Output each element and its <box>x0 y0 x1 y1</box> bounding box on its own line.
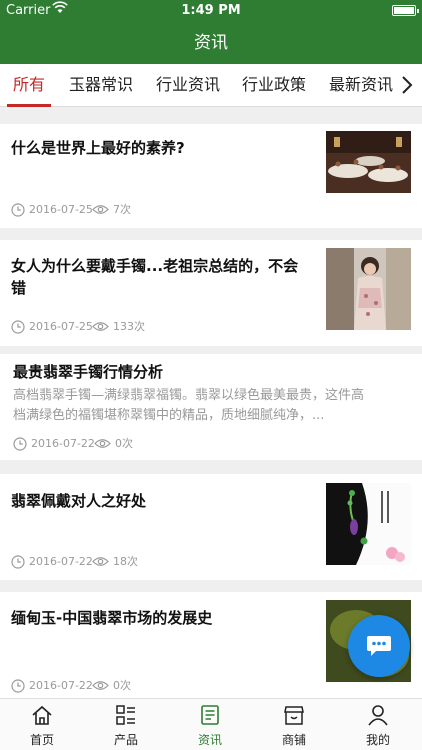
article-summary-line: 高档翡翠手镯—满绿翡翠福镯。翡翠以绿色最美最贵，这件高 <box>13 388 365 403</box>
article-views: 0次 <box>115 437 133 450</box>
article-views: 133次 <box>113 320 145 333</box>
user-icon <box>368 705 388 726</box>
tabbar-label: 产品 <box>113 733 138 747</box>
nav-bar: 资讯 <box>0 22 422 64</box>
article-title: 什么是世界上最好的素养? <box>11 139 185 157</box>
article-title-line: 错 <box>11 279 27 297</box>
clock-icon <box>11 320 25 339</box>
grid-list-icon <box>116 705 135 725</box>
battery-icon <box>392 5 419 16</box>
page-title: 资讯 <box>194 33 228 53</box>
clock-icon <box>11 555 25 574</box>
article-card[interactable]: 女人为什么要戴手镯...老祖宗总结的，不会 错 2016-07-25 133次 <box>0 240 422 346</box>
article-title: 翡翠佩戴对人之好处 <box>11 492 147 510</box>
tabbar-label: 首页 <box>29 733 54 747</box>
article-thumbnail <box>326 483 411 565</box>
article-card[interactable]: 什么是世界上最好的素养? 2016-07-25 7次 <box>0 124 422 228</box>
tabbar-label: 资讯 <box>197 733 222 747</box>
eye-icon <box>92 680 109 696</box>
clock-icon <box>11 203 25 222</box>
article-views: 0次 <box>113 679 131 692</box>
tabbar-products[interactable]: 产品 <box>84 699 168 750</box>
tabbar-label: 我的 <box>365 733 390 747</box>
article-summary-line: 档满绿色的福镯堪称翠镯中的精品，质地细腻纯净，... <box>13 408 325 423</box>
article-card[interactable]: 翡翠佩戴对人之好处 2016-07-22 18次 <box>0 474 422 580</box>
article-date: 2016-07-22 <box>29 679 93 692</box>
tabbar-home[interactable]: 首页 <box>0 699 84 750</box>
article-views: 7次 <box>113 203 131 216</box>
tab-latest-news[interactable]: 最新资讯 <box>329 64 393 107</box>
news-icon <box>201 705 219 725</box>
tabbar-label: 商铺 <box>281 733 306 747</box>
home-icon <box>32 705 52 725</box>
tabbar-store[interactable]: 商铺 <box>252 699 336 750</box>
article-views: 18次 <box>113 555 138 568</box>
status-bar: Carrier 1:49 PM <box>0 0 422 22</box>
article-date: 2016-07-22 <box>29 555 93 568</box>
clock-icon <box>11 679 25 698</box>
article-title-line: 女人为什么要戴手镯...老祖宗总结的，不会 <box>11 257 299 275</box>
eye-icon <box>92 556 109 572</box>
article-list: 什么是世界上最好的素养? 2016-07-25 7次 女人为什么要戴手镯...老… <box>0 108 422 698</box>
tabbar-profile[interactable]: 我的 <box>336 699 420 750</box>
eye-icon <box>94 438 111 454</box>
clock: 1:49 PM <box>181 3 241 18</box>
tab-industry-news[interactable]: 行业资讯 <box>156 64 220 107</box>
store-icon <box>284 706 304 725</box>
eye-icon <box>92 321 109 337</box>
tab-industry-policy[interactable]: 行业政策 <box>242 64 306 107</box>
category-tabs: 所有 玉器常识 行业资讯 行业政策 最新资讯 <box>0 64 422 107</box>
chat-button[interactable] <box>348 615 410 677</box>
tab-jade-knowledge[interactable]: 玉器常识 <box>69 64 133 107</box>
tab-all[interactable]: 所有 <box>6 64 52 107</box>
chat-bubble-icon <box>367 636 391 656</box>
clock-icon <box>13 437 27 456</box>
tabbar-news[interactable]: 资讯 <box>168 699 252 750</box>
article-title: 女人为什么要戴手镯...老祖宗总结的，不会 错 <box>11 255 311 299</box>
article-title: 缅甸玉-中国翡翠市场的发展史 <box>11 609 213 627</box>
bottom-tab-bar: 首页 产品 资讯 商铺 我的 <box>0 698 422 750</box>
article-date: 2016-07-25 <box>29 203 93 216</box>
article-date: 2016-07-22 <box>31 437 95 450</box>
article-card[interactable]: 最贵翡翠手镯行情分析 高档翡翠手镯—满绿翡翠福镯。翡翠以绿色最美最贵，这件高 档… <box>0 354 422 460</box>
article-title: 最贵翡翠手镯行情分析 <box>13 363 164 381</box>
eye-icon <box>92 204 109 220</box>
chevron-right-icon[interactable] <box>398 74 416 96</box>
article-thumbnail <box>326 248 411 330</box>
article-date: 2016-07-25 <box>29 320 93 333</box>
article-thumbnail <box>326 131 411 213</box>
article-summary: 高档翡翠手镯—满绿翡翠福镯。翡翠以绿色最美最贵，这件高 档满绿色的福镯堪称翠镯中… <box>13 386 409 426</box>
